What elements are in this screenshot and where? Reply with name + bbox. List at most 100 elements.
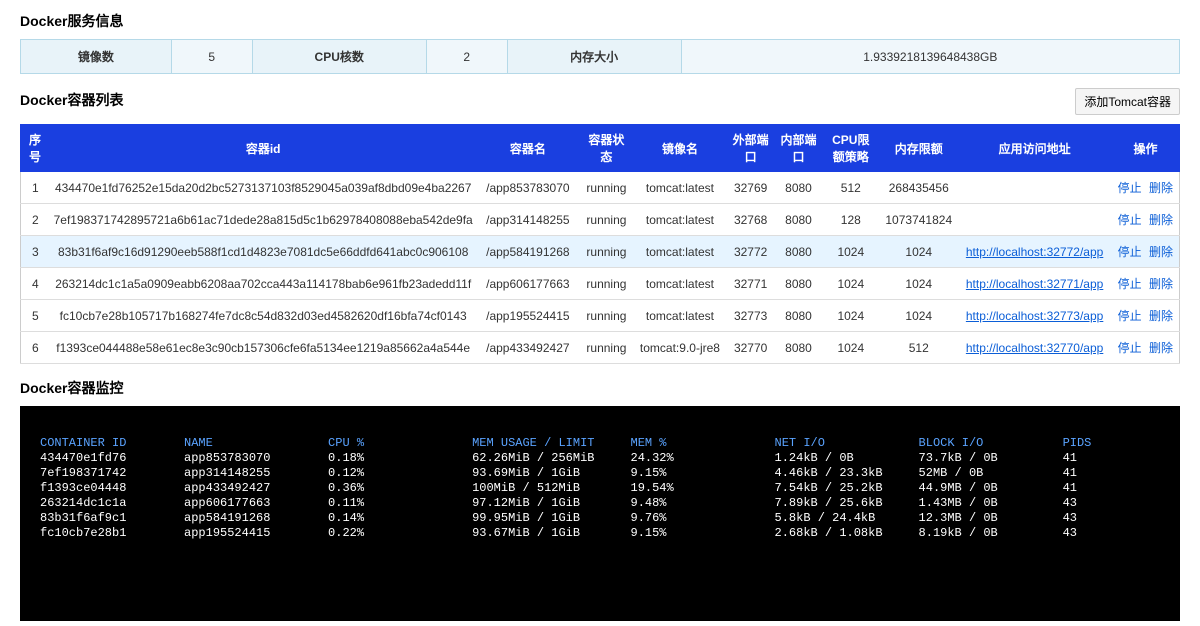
cell-image: tomcat:latest xyxy=(634,236,726,268)
cell-image: tomcat:latest xyxy=(634,300,726,332)
stop-link[interactable]: 停止 xyxy=(1118,245,1142,259)
delete-link[interactable]: 删除 xyxy=(1149,213,1173,227)
stop-link[interactable]: 停止 xyxy=(1118,341,1142,355)
app-url-link[interactable]: http://localhost:32772/app xyxy=(966,245,1103,259)
images-value: 5 xyxy=(171,40,252,74)
cell-container-id: 263214dc1c1a5a0909eabb6208aa702cca443a11… xyxy=(50,268,477,300)
cell-container-id: 434470e1fd76252e15da20d2bc5273137103f852… xyxy=(50,172,477,204)
delete-link[interactable]: 删除 xyxy=(1149,277,1173,291)
delete-link[interactable]: 删除 xyxy=(1149,341,1173,355)
delete-link[interactable]: 删除 xyxy=(1149,309,1173,323)
app-url-link[interactable]: http://localhost:32771/app xyxy=(966,277,1103,291)
col-container-id: 容器id xyxy=(50,125,477,172)
cell-op: 停止 删除 xyxy=(1112,332,1180,364)
stop-link[interactable]: 停止 xyxy=(1118,213,1142,227)
delete-link[interactable]: 删除 xyxy=(1149,181,1173,195)
cell-status: running xyxy=(579,268,634,300)
cell-container-name: /app853783070 xyxy=(477,172,579,204)
cell-seq: 3 xyxy=(21,236,50,268)
cell-url: http://localhost:32770/app xyxy=(958,332,1112,364)
docker-stats-terminal: CONTAINER ID NAME CPU % MEM USAGE / LIMI… xyxy=(20,406,1180,621)
table-row: 1434470e1fd76252e15da20d2bc5273137103f85… xyxy=(21,172,1180,204)
cell-container-name: /app314148255 xyxy=(477,204,579,236)
table-row: 383b31f6af9c16d91290eeb588f1cd1d4823e708… xyxy=(21,236,1180,268)
cell-url xyxy=(958,204,1112,236)
cell-container-name: /app433492427 xyxy=(477,332,579,364)
terminal-header: CONTAINER ID NAME CPU % MEM USAGE / LIMI… xyxy=(40,436,1091,450)
cell-op: 停止 删除 xyxy=(1112,268,1180,300)
cell-mem: 512 xyxy=(880,332,958,364)
cell-seq: 5 xyxy=(21,300,50,332)
cell-image: tomcat:9.0-jre8 xyxy=(634,332,726,364)
col-cpu-limit: CPU限额策略 xyxy=(822,125,880,172)
cell-cpu: 1024 xyxy=(822,268,880,300)
cell-image: tomcat:latest xyxy=(634,172,726,204)
cell-cpu: 1024 xyxy=(822,236,880,268)
app-url-link[interactable]: http://localhost:32773/app xyxy=(966,309,1103,323)
cell-url: http://localhost:32771/app xyxy=(958,268,1112,300)
cell-seq: 6 xyxy=(21,332,50,364)
table-row: 4263214dc1c1a5a0909eabb6208aa702cca443a1… xyxy=(21,268,1180,300)
add-tomcat-button[interactable]: 添加Tomcat容器 xyxy=(1075,88,1180,115)
col-url: 应用访问地址 xyxy=(958,125,1112,172)
table-header-row: 序号 容器id 容器名 容器状态 镜像名 外部端口 内部端口 CPU限额策略 内… xyxy=(21,125,1180,172)
cell-int-port: 8080 xyxy=(775,204,821,236)
col-ext-port: 外部端口 xyxy=(726,125,775,172)
cell-image: tomcat:latest xyxy=(634,268,726,300)
col-op: 操作 xyxy=(1112,125,1180,172)
service-info-row: 镜像数 5 CPU核数 2 内存大小 1.9339218139648438GB xyxy=(21,40,1180,74)
mem-label: 内存大小 xyxy=(507,40,681,74)
table-row: 5fc10cb7e28b105717b168274fe7dc8c54d832d0… xyxy=(21,300,1180,332)
cell-container-id: 83b31f6af9c16d91290eeb588f1cd1d4823e7081… xyxy=(50,236,477,268)
cell-mem: 1073741824 xyxy=(880,204,958,236)
cell-mem: 1024 xyxy=(880,268,958,300)
container-list-title: Docker容器列表 xyxy=(20,90,123,110)
cell-op: 停止 删除 xyxy=(1112,300,1180,332)
stop-link[interactable]: 停止 xyxy=(1118,277,1142,291)
images-label: 镜像数 xyxy=(21,40,172,74)
cell-cpu: 128 xyxy=(822,204,880,236)
stop-link[interactable]: 停止 xyxy=(1118,309,1142,323)
cell-url: http://localhost:32773/app xyxy=(958,300,1112,332)
col-container-name: 容器名 xyxy=(477,125,579,172)
cell-mem: 268435456 xyxy=(880,172,958,204)
cell-container-name: /app195524415 xyxy=(477,300,579,332)
cell-ext-port: 32770 xyxy=(726,332,775,364)
cell-status: running xyxy=(579,236,634,268)
col-mem-limit: 内存限额 xyxy=(880,125,958,172)
cell-op: 停止 删除 xyxy=(1112,172,1180,204)
cell-container-name: /app584191268 xyxy=(477,236,579,268)
cpu-label: CPU核数 xyxy=(252,40,426,74)
cell-mem: 1024 xyxy=(880,300,958,332)
table-row: 6f1393ce044488e58e61ec8e3c90cb157306cfe6… xyxy=(21,332,1180,364)
cell-ext-port: 32768 xyxy=(726,204,775,236)
cell-op: 停止 删除 xyxy=(1112,236,1180,268)
cell-int-port: 8080 xyxy=(775,332,821,364)
service-info-title: Docker服务信息 xyxy=(20,11,1180,31)
cell-ext-port: 32772 xyxy=(726,236,775,268)
cell-status: running xyxy=(579,172,634,204)
delete-link[interactable]: 删除 xyxy=(1149,245,1173,259)
cell-container-id: fc10cb7e28b105717b168274fe7dc8c54d832d03… xyxy=(50,300,477,332)
cell-int-port: 8080 xyxy=(775,268,821,300)
cell-seq: 1 xyxy=(21,172,50,204)
col-int-port: 内部端口 xyxy=(775,125,821,172)
cell-image: tomcat:latest xyxy=(634,204,726,236)
cell-status: running xyxy=(579,204,634,236)
cell-url xyxy=(958,172,1112,204)
cell-status: running xyxy=(579,332,634,364)
cell-seq: 2 xyxy=(21,204,50,236)
col-image: 镜像名 xyxy=(634,125,726,172)
cell-cpu: 1024 xyxy=(822,300,880,332)
cell-mem: 1024 xyxy=(880,236,958,268)
stop-link[interactable]: 停止 xyxy=(1118,181,1142,195)
mem-value: 1.9339218139648438GB xyxy=(681,40,1179,74)
cell-cpu: 1024 xyxy=(822,332,880,364)
table-row: 27ef198371742895721a6b61ac71dede28a815d5… xyxy=(21,204,1180,236)
cell-ext-port: 32771 xyxy=(726,268,775,300)
monitor-title: Docker容器监控 xyxy=(20,378,1180,398)
cell-int-port: 8080 xyxy=(775,236,821,268)
cell-container-id: 7ef198371742895721a6b61ac71dede28a815d5c… xyxy=(50,204,477,236)
app-url-link[interactable]: http://localhost:32770/app xyxy=(966,341,1103,355)
cell-int-port: 8080 xyxy=(775,300,821,332)
